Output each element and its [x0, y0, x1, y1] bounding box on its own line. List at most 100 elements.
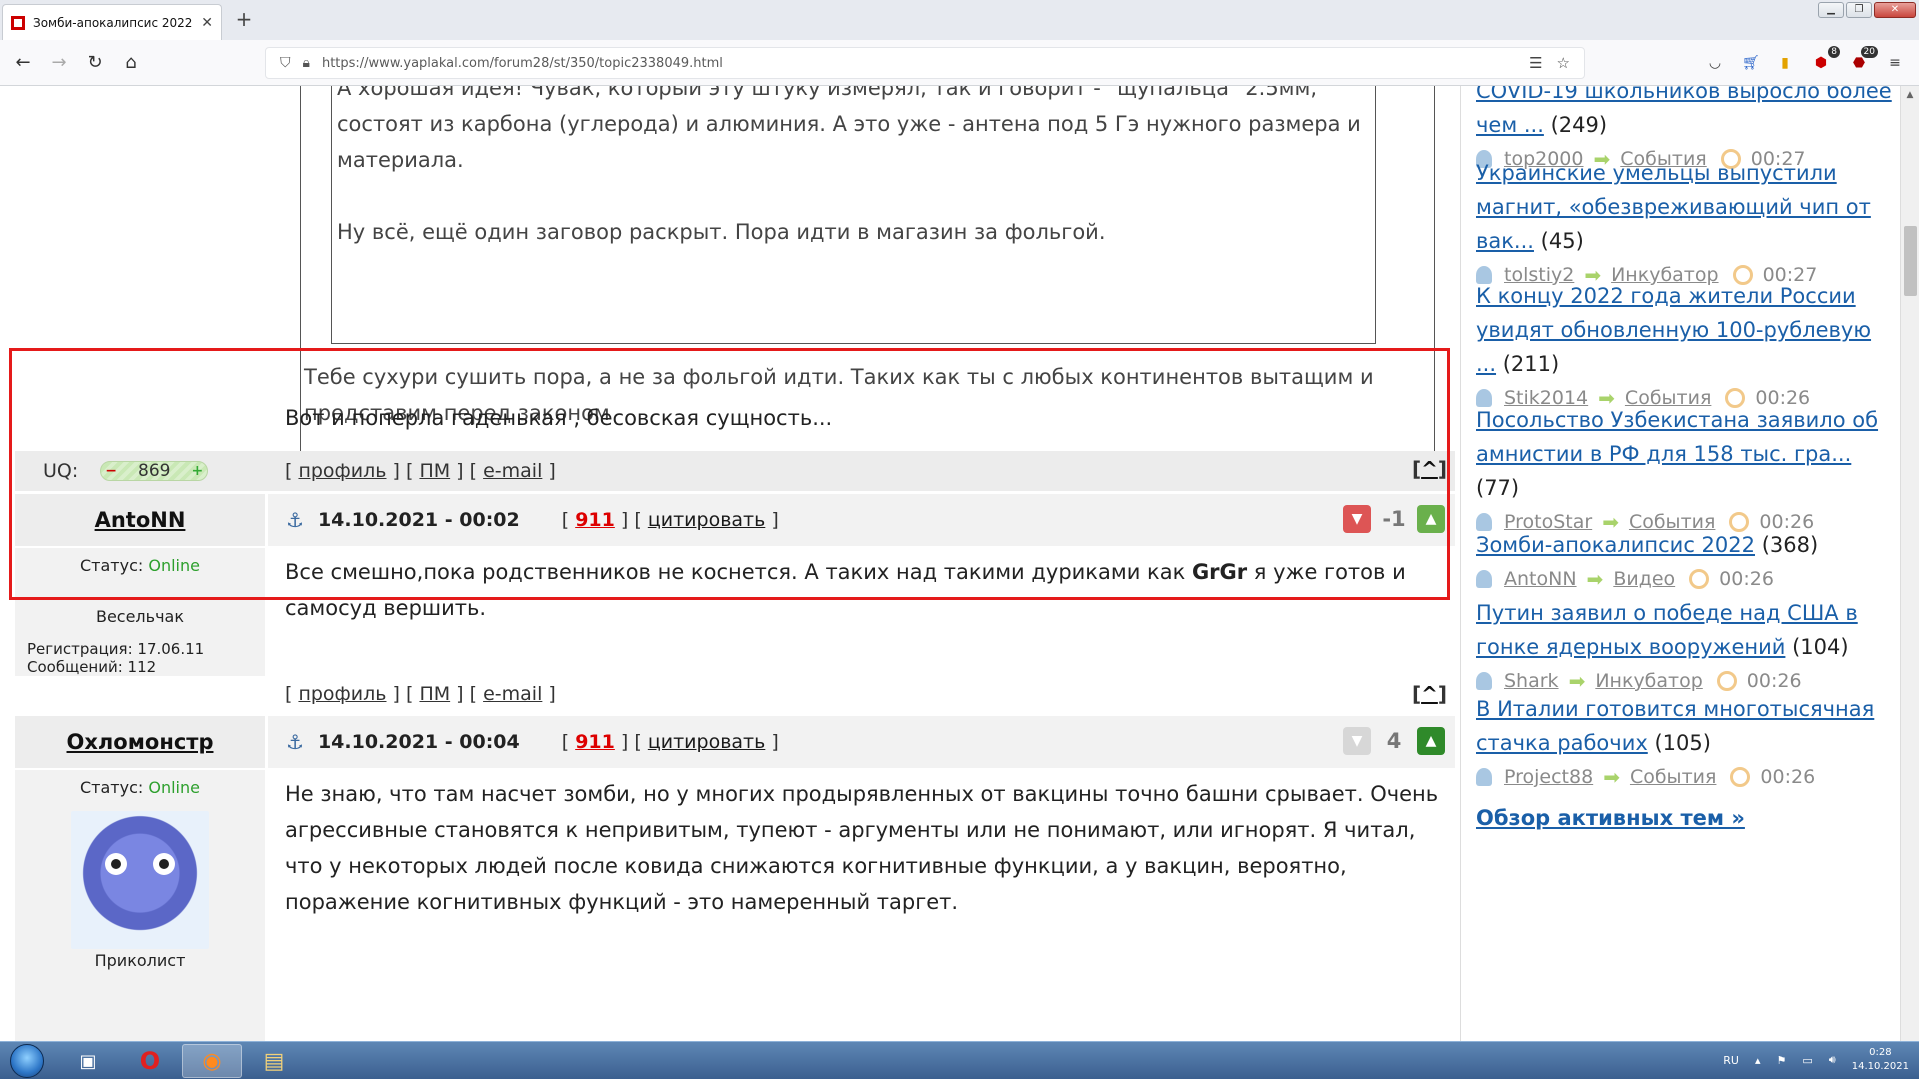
post-meta: ⚓ 14.10.2021 - 00:02 [ 911 ] [ цитироват… [268, 494, 1455, 546]
address-bar[interactable]: ⛉ 🔒︎ https://www.yaplakal.com/forum28/st… [265, 47, 1585, 79]
scrollbar-thumb[interactable] [1904, 226, 1917, 296]
topic-section[interactable]: Инкубатор [1595, 670, 1702, 692]
taskbar-clock[interactable]: 0:28 14.10.2021 [1852, 1046, 1909, 1074]
topic-author[interactable]: Shark [1504, 670, 1559, 692]
thumbs-up-icon[interactable]: ▲ [1417, 727, 1445, 755]
post-text: Не знаю, что там насчет зомби, но у мног… [285, 782, 1439, 914]
opera-icon[interactable]: O [120, 1044, 180, 1078]
forward-button[interactable]: → [44, 48, 74, 78]
topic-count: (249) [1550, 113, 1608, 137]
lock-icon[interactable]: 🔒︎ [303, 55, 310, 71]
user-rank: Приколист [94, 951, 186, 970]
topic-link[interactable]: Зомби-апокалипсис 2022 [1476, 533, 1755, 557]
reload-button[interactable]: ↻ [80, 48, 110, 78]
email-link[interactable]: e-mail [483, 683, 542, 705]
volume-icon[interactable]: 🔊︎ [1829, 1053, 1836, 1067]
menu-icon[interactable]: ≡ [1882, 50, 1908, 76]
page-scrollbar[interactable]: ▲ [1900, 86, 1919, 1041]
quote-link[interactable]: цитировать [648, 509, 766, 531]
user-links: [ профиль ] [ ПМ ] [ e-mail ] [285, 683, 556, 705]
to-top-caret[interactable]: ^ [1421, 682, 1438, 706]
back-button[interactable]: ← [8, 48, 38, 78]
user-status: Статус: Online [15, 556, 265, 575]
pocket-icon[interactable]: ◡ [1702, 50, 1728, 76]
topic-link[interactable]: Посольство Узбекистана заявило об амнист… [1476, 408, 1878, 466]
topic-count: (45) [1540, 229, 1584, 253]
topic-time: 00:26 [1719, 568, 1774, 590]
arrow-icon: ➡ [1568, 669, 1586, 693]
bookmark-star-icon[interactable]: ☆ [1557, 54, 1570, 72]
site-favicon-icon [11, 15, 25, 30]
uq-label: UQ: [43, 460, 79, 482]
reader-view-icon[interactable]: ☰ [1529, 54, 1542, 72]
to-top-link[interactable]: [^] [1412, 682, 1447, 706]
firefox-icon[interactable]: ◉ [182, 1044, 242, 1078]
windows-orb-icon [10, 1044, 44, 1078]
post-action-bar: [ профиль ] [ ПМ ] [ e-mail ] [^] [15, 676, 1455, 712]
status-label: Статус: [80, 556, 144, 575]
home-button[interactable]: ⌂ [116, 48, 146, 78]
topic-count: (368) [1761, 533, 1819, 557]
shield-icon[interactable]: ⛉ [280, 55, 291, 71]
uq-meter: − 869 + [100, 461, 209, 481]
status-online: Online [148, 556, 200, 575]
browser-tab[interactable]: Зомби-апокалипсис 2022 - ЯП ✕ [2, 4, 222, 40]
email-link[interactable]: e-mail [483, 460, 542, 482]
new-tab-button[interactable]: + [232, 8, 256, 32]
topic-title-row: В Италии готовится многотысячная стачка … [1476, 692, 1896, 760]
sidebar-topic: Украинские умельцы выпустили магнит, «об… [1476, 156, 1896, 292]
post-date: 14.10.2021 - 00:02 [317, 509, 520, 531]
post-author[interactable]: Охломонстр [15, 716, 265, 768]
to-top-caret[interactable]: ^ [1421, 457, 1438, 481]
cart-icon[interactable]: 🛒︎ [1738, 50, 1764, 76]
topic-time: 00:26 [1746, 670, 1802, 692]
extension-icon[interactable]: ⬣ 20 [1846, 46, 1878, 76]
minimize-button[interactable]: ▁ [1818, 2, 1844, 18]
thumbs-up-icon[interactable]: ▲ [1417, 505, 1445, 533]
media-player-icon[interactable]: ▣ [58, 1044, 118, 1078]
url-text[interactable]: https://www.yaplakal.com/forum28/st/350/… [322, 56, 1529, 71]
language-indicator[interactable]: RU [1723, 1054, 1739, 1067]
topic-link[interactable]: COVID-19 школьников выросло более чем ..… [1476, 86, 1892, 137]
anchor-icon[interactable]: ⚓ [286, 730, 304, 754]
topic-title-row: Украинские умельцы выпустили магнит, «об… [1476, 156, 1896, 258]
tray-arrow-icon[interactable]: ▴ [1755, 1054, 1761, 1067]
quote-link[interactable]: цитировать [648, 731, 766, 753]
flag-icon[interactable]: ⚑ [1777, 1054, 1787, 1067]
pm-link[interactable]: ПМ [419, 460, 450, 482]
topic-section[interactable]: Видео [1613, 568, 1675, 590]
tab-close-icon[interactable]: ✕ [201, 15, 213, 31]
topic-link[interactable]: Украинские умельцы выпустили магнит, «об… [1476, 161, 1871, 253]
uq-minus-button[interactable]: − [105, 463, 117, 479]
scroll-up-icon[interactable]: ▲ [1901, 86, 1919, 104]
maximize-button[interactable]: ❐ [1846, 2, 1872, 18]
user-rank: Весельчак [95, 607, 185, 626]
pm-link[interactable]: ПМ [419, 683, 450, 705]
file-explorer-icon[interactable]: ▤ [244, 1044, 304, 1078]
quote-inner-text: Ну всё, ещё один заговор раскрыт. Пора и… [337, 220, 1106, 244]
topic-author[interactable]: Project88 [1504, 766, 1593, 788]
window-close-button[interactable]: ✕ [1874, 2, 1916, 18]
profile-link[interactable]: профиль [298, 683, 386, 705]
active-topics-link[interactable]: Обзор активных тем » [1476, 806, 1745, 830]
avatar [71, 811, 209, 949]
topic-author[interactable]: AntoNN [1504, 568, 1577, 590]
post-rating: ▼ -1 ▲ [1343, 505, 1445, 533]
to-top-link[interactable]: [^] [1412, 457, 1447, 481]
anchor-icon[interactable]: ⚓ [286, 508, 304, 532]
thumbs-down-icon[interactable]: ▼ [1343, 505, 1371, 533]
report-911-link[interactable]: 911 [575, 731, 615, 753]
start-button[interactable] [2, 1043, 52, 1079]
post-rating: ▼ 4 ▲ [1343, 727, 1445, 755]
thumbs-down-icon[interactable]: ▼ [1343, 727, 1371, 755]
post-author[interactable]: AntoNN [15, 494, 265, 546]
profile-link[interactable]: профиль [298, 460, 386, 482]
browser-nav-bar: ← → ↻ ⌂ ⛉ 🔒︎ https://www.yaplakal.com/fo… [0, 40, 1919, 86]
bookmark-flag-icon[interactable]: ▮ [1772, 50, 1798, 76]
topic-section[interactable]: События [1630, 766, 1716, 788]
network-icon[interactable]: ▭ [1802, 1054, 1812, 1067]
browser-tab-bar: Зомби-апокалипсис 2022 - ЯП ✕ + ▁ ❐ ✕ [0, 0, 1919, 40]
uq-plus-button[interactable]: + [192, 463, 204, 479]
adblock-icon[interactable]: ⬢ 8 [1808, 46, 1840, 76]
report-911-link[interactable]: 911 [575, 509, 615, 531]
